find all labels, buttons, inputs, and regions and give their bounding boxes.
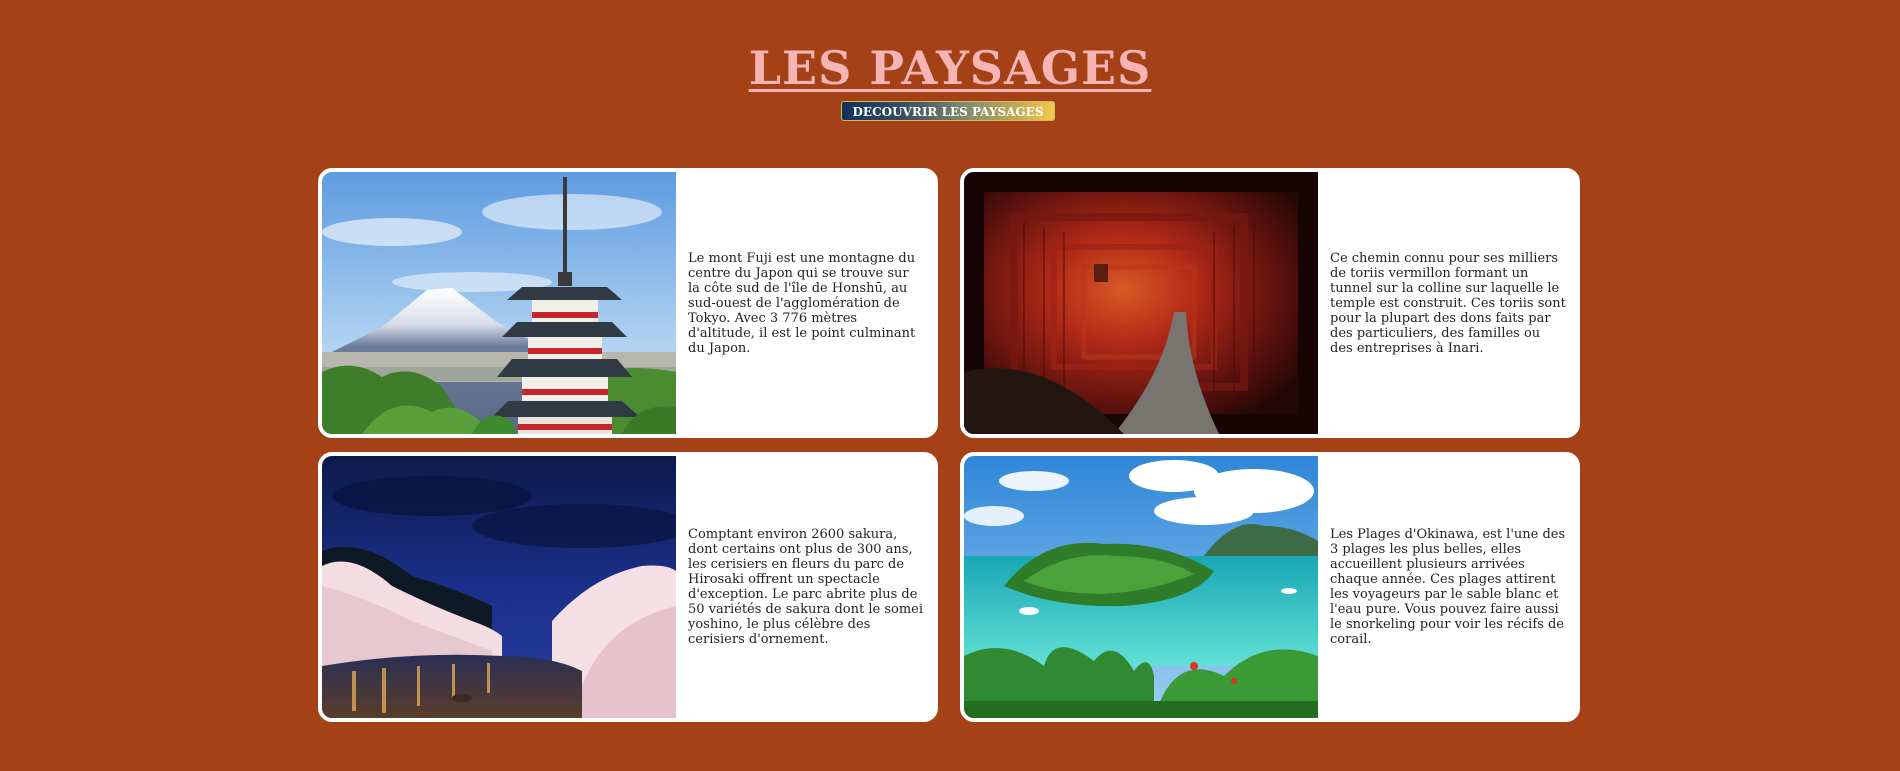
card-description: Ce chemin connu pour ses milliers de tor… bbox=[1330, 172, 1566, 434]
torii-tunnel-photo bbox=[964, 172, 1318, 434]
torii-description-text: Ce chemin connu pour ses milliers de tor… bbox=[1330, 250, 1566, 356]
mount-fuji-pagoda-photo bbox=[322, 172, 676, 434]
okinawa-beach-photo bbox=[964, 456, 1318, 718]
card-description: Les Plages d'Okinawa, est l'une des 3 pl… bbox=[1330, 456, 1566, 718]
hirosaki-cherry-blossom-photo bbox=[322, 456, 676, 718]
page-header: LES PAYSAGES bbox=[0, 38, 1900, 98]
landscape-card-torii: Ce chemin connu pour ses milliers de tor… bbox=[960, 168, 1580, 438]
hirosaki-description-text: Comptant environ 2600 sakura, dont certa… bbox=[688, 527, 924, 647]
landscape-card-fuji: Le mont Fuji est une montagne du centre … bbox=[318, 168, 938, 438]
okinawa-description-text: Les Plages d'Okinawa, est l'une des 3 pl… bbox=[1330, 527, 1566, 647]
page-title: LES PAYSAGES bbox=[748, 41, 1152, 95]
landscape-card-hirosaki: Comptant environ 2600 sakura, dont certa… bbox=[318, 452, 938, 722]
card-description: Comptant environ 2600 sakura, dont certa… bbox=[688, 456, 924, 718]
landscape-card-okinawa: Les Plages d'Okinawa, est l'une des 3 pl… bbox=[960, 452, 1580, 722]
card-description: Le mont Fuji est une montagne du centre … bbox=[688, 172, 924, 434]
discover-landscapes-button[interactable]: DECOUVRIR LES PAYSAGES bbox=[841, 101, 1055, 121]
fuji-description-text: Le mont Fuji est une montagne du centre … bbox=[688, 250, 916, 356]
